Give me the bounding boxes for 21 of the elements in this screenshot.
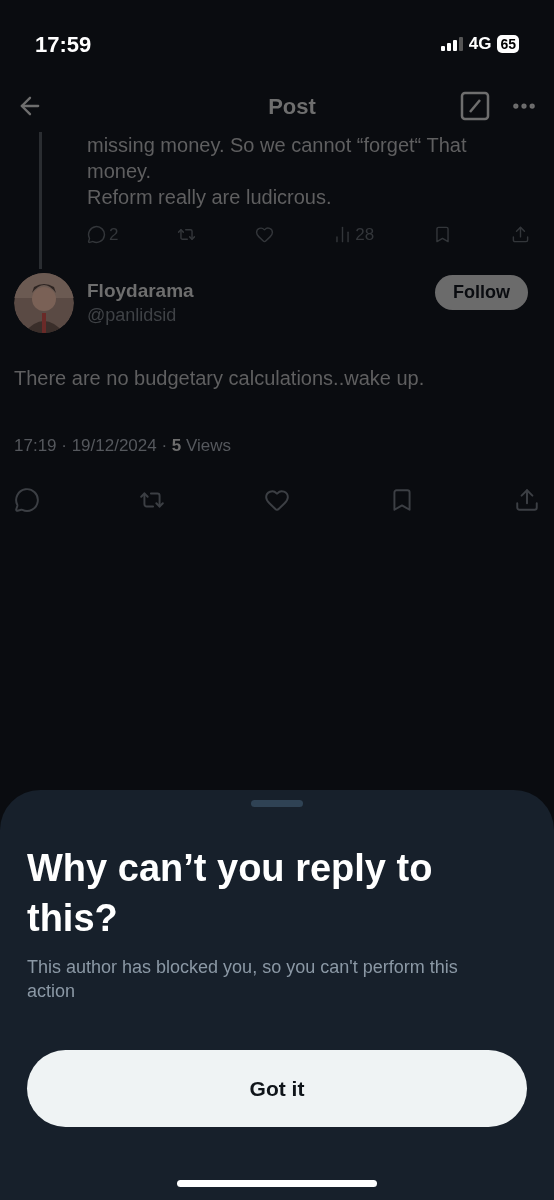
battery-level: 65 [497,35,519,53]
got-it-button[interactable]: Got it [27,1050,527,1127]
signal-icon [440,37,463,51]
post-text: There are no budgetary calculations..wake up. [13,366,426,391]
follow-button[interactable]: Follow [435,274,528,310]
reply-icon[interactable] [87,225,106,245]
post-text: missing money. So we cannot “forget“ That money. [87,133,468,184]
post-meta: 17:19 · 19/12/2024 · 5 Views [13,435,233,457]
share-icon[interactable] [511,225,530,245]
slash-square-icon[interactable] [460,91,490,121]
post-text: Reform really are ludicrous. [87,185,333,210]
drag-handle[interactable] [251,800,303,807]
share-icon[interactable] [514,486,540,513]
reply-icon[interactable] [14,486,40,513]
author-name: Floydarama [87,279,195,303]
network-label: 4G [468,33,492,56]
sheet-title: Why can’t you reply to this? [27,846,434,941]
clock-time: 17:59 [35,30,92,59]
page-title: Post [268,92,316,121]
sheet-message: This author has blocked you, so you can't perform this action [27,956,459,1003]
like-icon[interactable] [255,225,275,245]
